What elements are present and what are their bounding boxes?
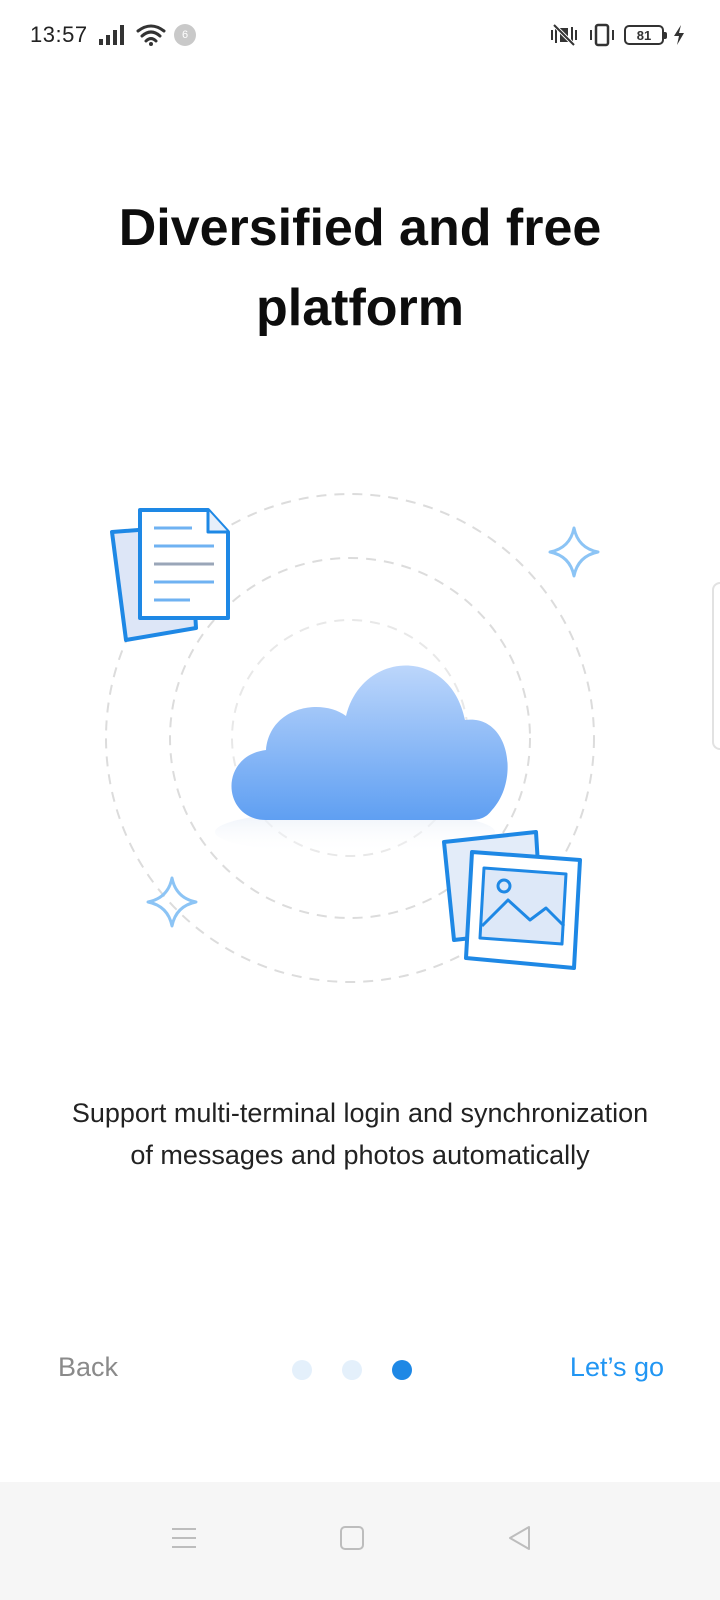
page-dot-1[interactable] [292,1360,312,1380]
page-title: Diversified and free platform [118,199,602,337]
system-back-button[interactable] [500,1518,540,1558]
sparkle-icon [548,526,600,578]
lets-go-button[interactable]: Let’s go [570,1352,664,1383]
vibrate-mode-icon [590,23,614,47]
notification-count-badge: 6 [174,24,196,46]
back-icon [509,1526,530,1550]
page-dot-2[interactable] [342,1360,362,1380]
status-time: 13:57 [30,22,88,47]
system-nav-bar [0,1482,720,1600]
menu-icon [172,1528,196,1548]
battery-level: 81 [636,27,652,43]
cloud-sync-illustration [105,493,600,983]
back-button[interactable]: Back [58,1352,118,1383]
edge-panel-handle[interactable] [712,582,720,750]
home-button[interactable] [332,1518,372,1558]
document-icon [110,508,230,642]
signal-icon [99,25,124,45]
status-right-icons: 81 [548,22,686,48]
recent-apps-button[interactable] [164,1518,204,1558]
charging-icon [674,25,684,45]
battery-icon: 81 [624,25,667,45]
status-bar: 13:57 6 81 [0,0,720,72]
cloud-icon [215,665,508,854]
home-icon [340,1526,364,1550]
onboarding-description: Support multi-terminal login and synchro… [71,1098,649,1170]
photo-icon [442,830,582,970]
sparkle-icon [146,876,198,928]
page-indicator [292,1360,412,1380]
page-dot-3-active[interactable] [392,1360,412,1380]
status-left-icons: 6 [98,22,196,48]
vibrate-icon [551,23,577,47]
wifi-icon [136,24,166,46]
